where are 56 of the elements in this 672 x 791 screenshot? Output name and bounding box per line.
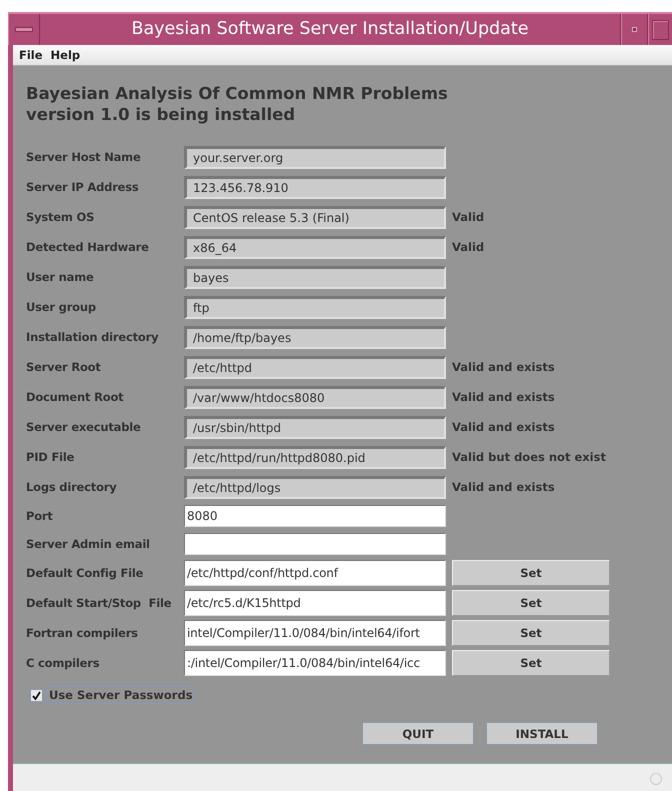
readonly-field[interactable]: /var/www/htdocs8080: [184, 386, 446, 408]
install-heading: version 1.0 is being installed: [26, 104, 296, 125]
validation-status: Valid: [452, 210, 484, 224]
field-label: Server Host Name: [26, 150, 142, 164]
readonly-field[interactable]: /etc/httpd/logs: [184, 476, 446, 498]
readonly-field[interactable]: x86_64: [184, 236, 446, 258]
readonly-field[interactable]: ftp: [184, 296, 446, 318]
readonly-field[interactable]: /home/ftp/bayes: [184, 326, 446, 348]
field-label: Default Start/Stop File: [26, 596, 172, 610]
set-button[interactable]: Set: [452, 590, 610, 616]
readonly-field[interactable]: CentOS release 5.3 (Final): [184, 206, 446, 228]
validation-status: Valid and exists: [452, 390, 555, 404]
field-label: Document Root: [26, 390, 124, 404]
install-heading: Bayesian Analysis Of Common NMR Problems: [26, 83, 449, 104]
readonly-field[interactable]: your.server.org: [184, 146, 446, 168]
input-field[interactable]: [184, 533, 446, 555]
field-label: User group: [26, 300, 97, 314]
validation-status: Valid: [452, 240, 484, 254]
readonly-field[interactable]: /usr/sbin/httpd: [184, 416, 446, 438]
field-label: Detected Hardware: [26, 240, 150, 254]
path-field[interactable]: /etc/httpd/conf/httpd.conf: [184, 560, 446, 586]
status-indicator-icon: [650, 773, 662, 785]
field-label: Server Root: [26, 360, 102, 374]
set-button[interactable]: Set: [452, 620, 610, 646]
readonly-field[interactable]: 123.456.78.910: [184, 176, 446, 198]
field-label: Port: [26, 509, 54, 523]
readonly-field[interactable]: /etc/httpd/run/httpd8080.pid: [184, 446, 446, 468]
path-field[interactable]: :/intel/Compiler/11.0/084/bin/intel64/icc: [184, 650, 446, 676]
field-label: System OS: [26, 210, 96, 224]
action-button[interactable]: INSTALL: [486, 722, 598, 745]
menu-item[interactable]: File: [19, 48, 43, 62]
field-label: PID File: [26, 450, 76, 464]
readonly-field[interactable]: bayes: [184, 266, 446, 288]
action-button[interactable]: QUIT: [362, 722, 474, 745]
field-label: Fortran compilers: [26, 626, 139, 640]
field-label: C compilers: [26, 656, 100, 670]
validation-status: Valid but does not exist: [452, 450, 606, 464]
field-label: Logs directory: [26, 480, 118, 494]
path-field[interactable]: intel/Compiler/11.0/084/bin/intel64/ifort: [184, 620, 446, 646]
menu-item[interactable]: Help: [50, 48, 80, 62]
field-label: User name: [26, 270, 95, 284]
readonly-field[interactable]: /etc/httpd: [184, 356, 446, 378]
validation-status: Valid and exists: [452, 420, 555, 434]
field-label: Installation directory: [26, 330, 160, 344]
checkbox[interactable]: [30, 688, 43, 702]
input-field[interactable]: 8080: [184, 505, 446, 527]
set-button[interactable]: Set: [452, 560, 610, 586]
field-label: Server Admin email: [26, 537, 151, 551]
set-button[interactable]: Set: [452, 650, 610, 676]
checkbox-label[interactable]: Use Server Passwords: [47, 686, 195, 704]
validation-status: Valid and exists: [452, 480, 555, 494]
field-label: Default Config File: [26, 566, 144, 580]
path-field[interactable]: /etc/rc5.d/K15httpd: [184, 590, 446, 616]
field-label: Server IP Address: [26, 180, 140, 194]
validation-status: Valid and exists: [452, 360, 555, 374]
field-label: Server executable: [26, 420, 142, 434]
